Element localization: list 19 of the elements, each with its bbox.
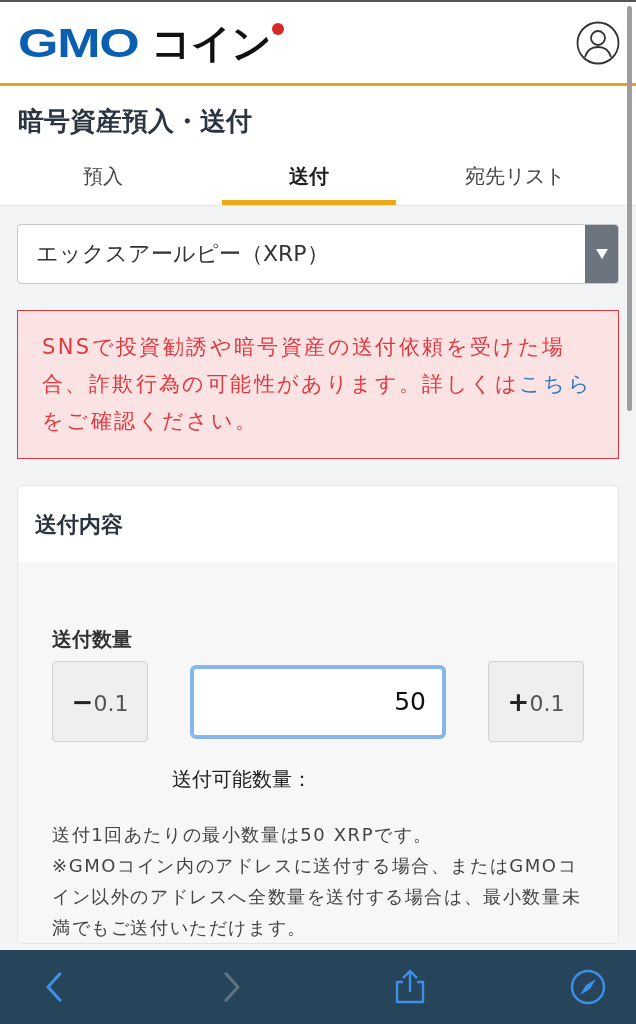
page-title: 暗号資産預入・送付 [17,105,253,138]
user-account-icon[interactable] [576,20,620,65]
card-title: 送付内容 [34,511,124,539]
increment-button[interactable]: +0.1 [488,661,584,742]
dropdown-caret-icon [595,249,608,259]
amount-input[interactable]: 50 [190,664,446,739]
note-text: ※GMOコイン内のアドレスに送付する場合、またはGMOコイン以外のアドレスへ全数量を送付する場合は、最小数量未満でもご送付いただけます。 [52,854,583,940]
tab[interactable]: 預入 [16,155,190,205]
warning-message: SNSで投資勧誘や暗号資産の送付依頼を受けた場合、詐欺行為の可能性があります。詳しくは こちら をご確認ください。 [42,334,594,435]
compass-icon[interactable] [570,969,606,1005]
currency-dropdown[interactable]: エックスアールピー（XRP） [17,224,619,284]
available-amount-label: 送付可能数量： [172,766,313,793]
note-text: 送付1回あたりの最小数量は50 XRPです。 [52,823,434,847]
logo-dot-icon [271,22,284,35]
decrement-button[interactable]: −0.1 [52,661,148,742]
logo[interactable]: GMO コイン [18,22,271,63]
amount-label: 送付数量 [52,626,133,653]
tab[interactable]: 宛先リスト [428,155,602,205]
details-link[interactable]: こちら [519,372,593,396]
